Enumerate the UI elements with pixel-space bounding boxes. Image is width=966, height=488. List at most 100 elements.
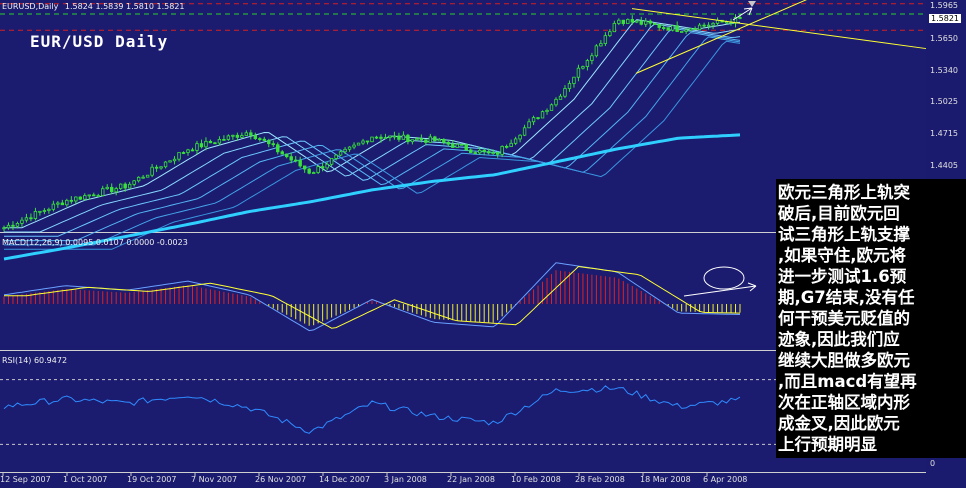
candle-body <box>558 95 563 100</box>
candle-body <box>105 186 109 190</box>
candle-body <box>540 111 545 119</box>
candle-body <box>186 149 190 153</box>
candle-body <box>504 146 509 148</box>
price-tick: 1.5025 <box>930 97 958 106</box>
candle-body <box>154 166 159 169</box>
candle-body <box>513 138 518 144</box>
candle-body <box>127 183 132 189</box>
date-tick: 1 Oct 2007 <box>63 475 108 484</box>
candle-body <box>460 143 464 146</box>
moving-average-line <box>4 23 741 233</box>
date-tick: 10 Feb 2008 <box>511 475 561 484</box>
candle-body <box>56 202 60 205</box>
candle-body <box>69 199 74 202</box>
candle-body <box>136 176 141 182</box>
candle-body <box>635 20 639 23</box>
candle-body <box>451 143 455 148</box>
candle-body <box>87 194 91 197</box>
candle-body <box>679 31 684 33</box>
candle-body <box>159 166 163 169</box>
date-tick: 7 Nov 2007 <box>191 475 238 484</box>
candle-body <box>24 217 29 221</box>
candle-body <box>482 149 486 152</box>
candle-body <box>262 138 266 141</box>
candle-body <box>29 217 33 220</box>
date-tick: 22 Jan 2008 <box>447 475 495 484</box>
rsi-label: RSI(14) 60.9472 <box>2 356 68 365</box>
comment-line: 进一步测试1.6预 <box>778 267 907 286</box>
candle-body <box>289 156 293 161</box>
candle-body <box>78 196 82 200</box>
comment-line: 欧元三角形上轨突 <box>778 183 910 202</box>
candle-body <box>60 202 65 206</box>
candle-body <box>231 134 235 137</box>
candle-body <box>397 135 401 140</box>
candle-body <box>554 98 558 106</box>
candle-body <box>711 22 715 26</box>
candle-body <box>361 140 365 144</box>
candle-body <box>527 121 531 129</box>
symbol-label: EURUSD,Daily <box>2 2 59 11</box>
moving-average-line <box>4 40 741 250</box>
date-tick: 26 Nov 2007 <box>255 475 307 484</box>
candle-body <box>617 19 621 24</box>
candle-body <box>585 60 590 67</box>
comment-line: 继续大胆做多欧元 <box>778 351 910 370</box>
moving-average-line <box>4 32 741 242</box>
candle-body <box>469 149 473 153</box>
candle-body <box>96 195 100 197</box>
candle-body <box>424 139 428 143</box>
candle-body <box>545 109 549 113</box>
candle-body <box>648 20 652 24</box>
candle-body <box>486 151 491 154</box>
candle-body <box>123 183 127 189</box>
date-tick: 3 Jan 2008 <box>384 475 427 484</box>
candle-body <box>244 132 249 136</box>
candle-body <box>118 183 123 189</box>
candle-body <box>110 186 114 193</box>
candle-body <box>276 144 280 153</box>
candle-body <box>410 139 415 143</box>
candle-body <box>83 195 87 200</box>
candle-body <box>644 20 648 25</box>
candle-body <box>522 127 527 136</box>
candle-body <box>442 138 446 143</box>
date-tick: 14 Dec 2007 <box>319 475 371 484</box>
comment-line: 成金叉,因此欧元 <box>778 414 900 433</box>
candle-body <box>464 144 468 151</box>
header-label: EURUSD,Daily 1.5824 1.5839 1.5810 1.5821 <box>2 2 185 11</box>
candle-body <box>15 223 20 227</box>
candle-body <box>599 43 603 47</box>
candle-body <box>298 160 302 167</box>
price-tick: 1.5650 <box>930 34 958 43</box>
candle-body <box>302 165 307 170</box>
comment-line: ,如果守住,欧元将 <box>778 246 907 265</box>
candle-body <box>132 180 136 185</box>
candle-body <box>478 149 482 154</box>
candle-body <box>738 17 742 19</box>
candle-body <box>42 210 47 212</box>
candle-body <box>249 132 253 136</box>
candle-body <box>455 143 459 148</box>
rsi-line <box>3 385 741 434</box>
candle-body <box>626 19 630 24</box>
comment-line: 迹象,因此我们应 <box>778 330 900 349</box>
candle-body <box>702 24 706 27</box>
moving-average-line <box>4 27 741 237</box>
candle-body <box>320 166 325 169</box>
date-tick: 19 Oct 2007 <box>127 475 177 484</box>
candle-body <box>401 134 406 140</box>
candle-body <box>670 25 675 31</box>
date-tick: 28 Feb 2008 <box>575 475 625 484</box>
candle-body <box>563 88 567 97</box>
price-tick: 1.5340 <box>930 66 958 75</box>
candle-body <box>190 149 195 152</box>
candle-body <box>693 28 697 30</box>
candle-body <box>240 135 244 138</box>
candle-body <box>329 157 334 165</box>
candle-body <box>518 134 522 140</box>
candle-body <box>433 136 437 142</box>
candle-body <box>65 199 69 206</box>
candle-body <box>74 196 78 202</box>
candle-body <box>204 140 208 148</box>
